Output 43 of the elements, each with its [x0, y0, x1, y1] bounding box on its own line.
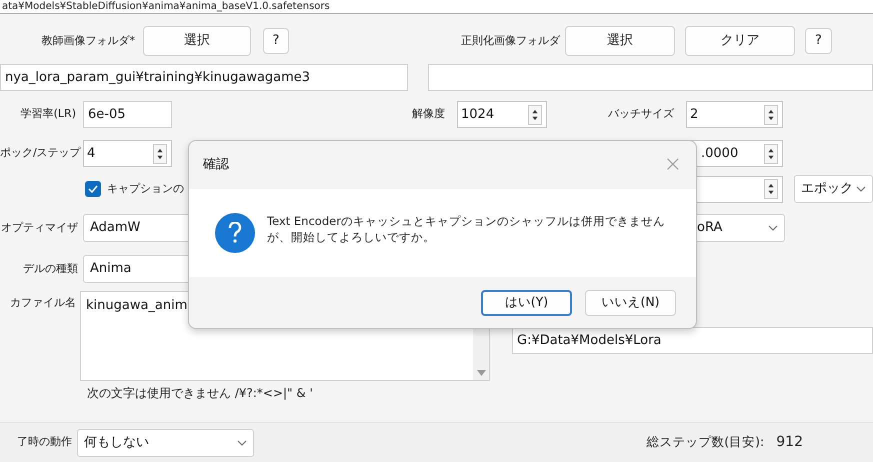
- checkbox-label: キャプションの: [107, 180, 184, 197]
- dropdown[interactable]: 何もしない: [77, 428, 254, 456]
- up-down-arrows-icon[interactable]: [764, 179, 778, 199]
- dialog-title: 確認: [203, 156, 229, 174]
- text-field[interactable]: nya_lora_param_gui¥training¥kinugawagame3: [0, 64, 408, 91]
- field-label: 教師画像フォルダ*: [40, 32, 135, 49]
- field-label: 正則化画像フォルダ: [460, 32, 560, 49]
- field-label: カファイル名: [9, 295, 76, 311]
- select-button[interactable]: 選択: [143, 26, 251, 56]
- up-down-arrows-icon[interactable]: [528, 104, 542, 124]
- up-down-arrows-icon[interactable]: [764, 104, 778, 124]
- up-down-arrows-icon[interactable]: [764, 144, 778, 164]
- text-field[interactable]: G:¥Data¥Models¥Lora: [512, 327, 873, 354]
- clear-button[interactable]: クリア: [685, 26, 795, 56]
- total-steps-label: 総ステップ数(目安):: [646, 433, 764, 452]
- chevron-down-icon: [237, 440, 247, 446]
- field-label: 解像度: [411, 106, 445, 122]
- checkbox[interactable]: [85, 181, 101, 197]
- text-field[interactable]: 6e-05: [83, 101, 172, 128]
- field-label: バッチサイズ: [607, 106, 674, 122]
- dialog-message: Text Encoderのキャッシュとキャプションのシャッフルは併用できませんが、開始してよろしいですか。: [267, 213, 666, 246]
- question-icon: [215, 213, 255, 253]
- spin-box[interactable]: 2: [686, 101, 783, 128]
- total-steps-value: 912: [776, 433, 803, 452]
- dialog-button[interactable]: はい(Y): [481, 290, 572, 316]
- model-path-field[interactable]: ata¥Models¥StableDiffusion¥anima¥anima_baseV1.0.safetensors: [0, 0, 873, 14]
- check-icon: [88, 185, 98, 193]
- help-button[interactable]: ?: [805, 28, 832, 54]
- spin-box[interactable]: 1024: [457, 101, 547, 128]
- chevron-down-icon: [856, 186, 866, 192]
- field-label: 学習率(LR): [20, 106, 76, 122]
- chevron-down-icon: [768, 225, 778, 231]
- up-down-arrows-icon[interactable]: [153, 144, 167, 164]
- field-label: オプティマイザ: [0, 220, 78, 236]
- field-label: 了時の動作: [16, 434, 72, 450]
- select-button[interactable]: 選択: [565, 26, 675, 56]
- help-button[interactable]: ?: [263, 28, 289, 54]
- dialog-button[interactable]: いいえ(N): [585, 290, 676, 316]
- spin-box[interactable]: 4: [83, 140, 172, 167]
- field-label: ポック/ステップ: [0, 145, 80, 162]
- field-label: デルの種類: [22, 260, 78, 277]
- hint-text: 次の文字は使用できません /¥?:*<>|" & ': [87, 385, 314, 402]
- dropdown[interactable]: エポック: [794, 175, 873, 203]
